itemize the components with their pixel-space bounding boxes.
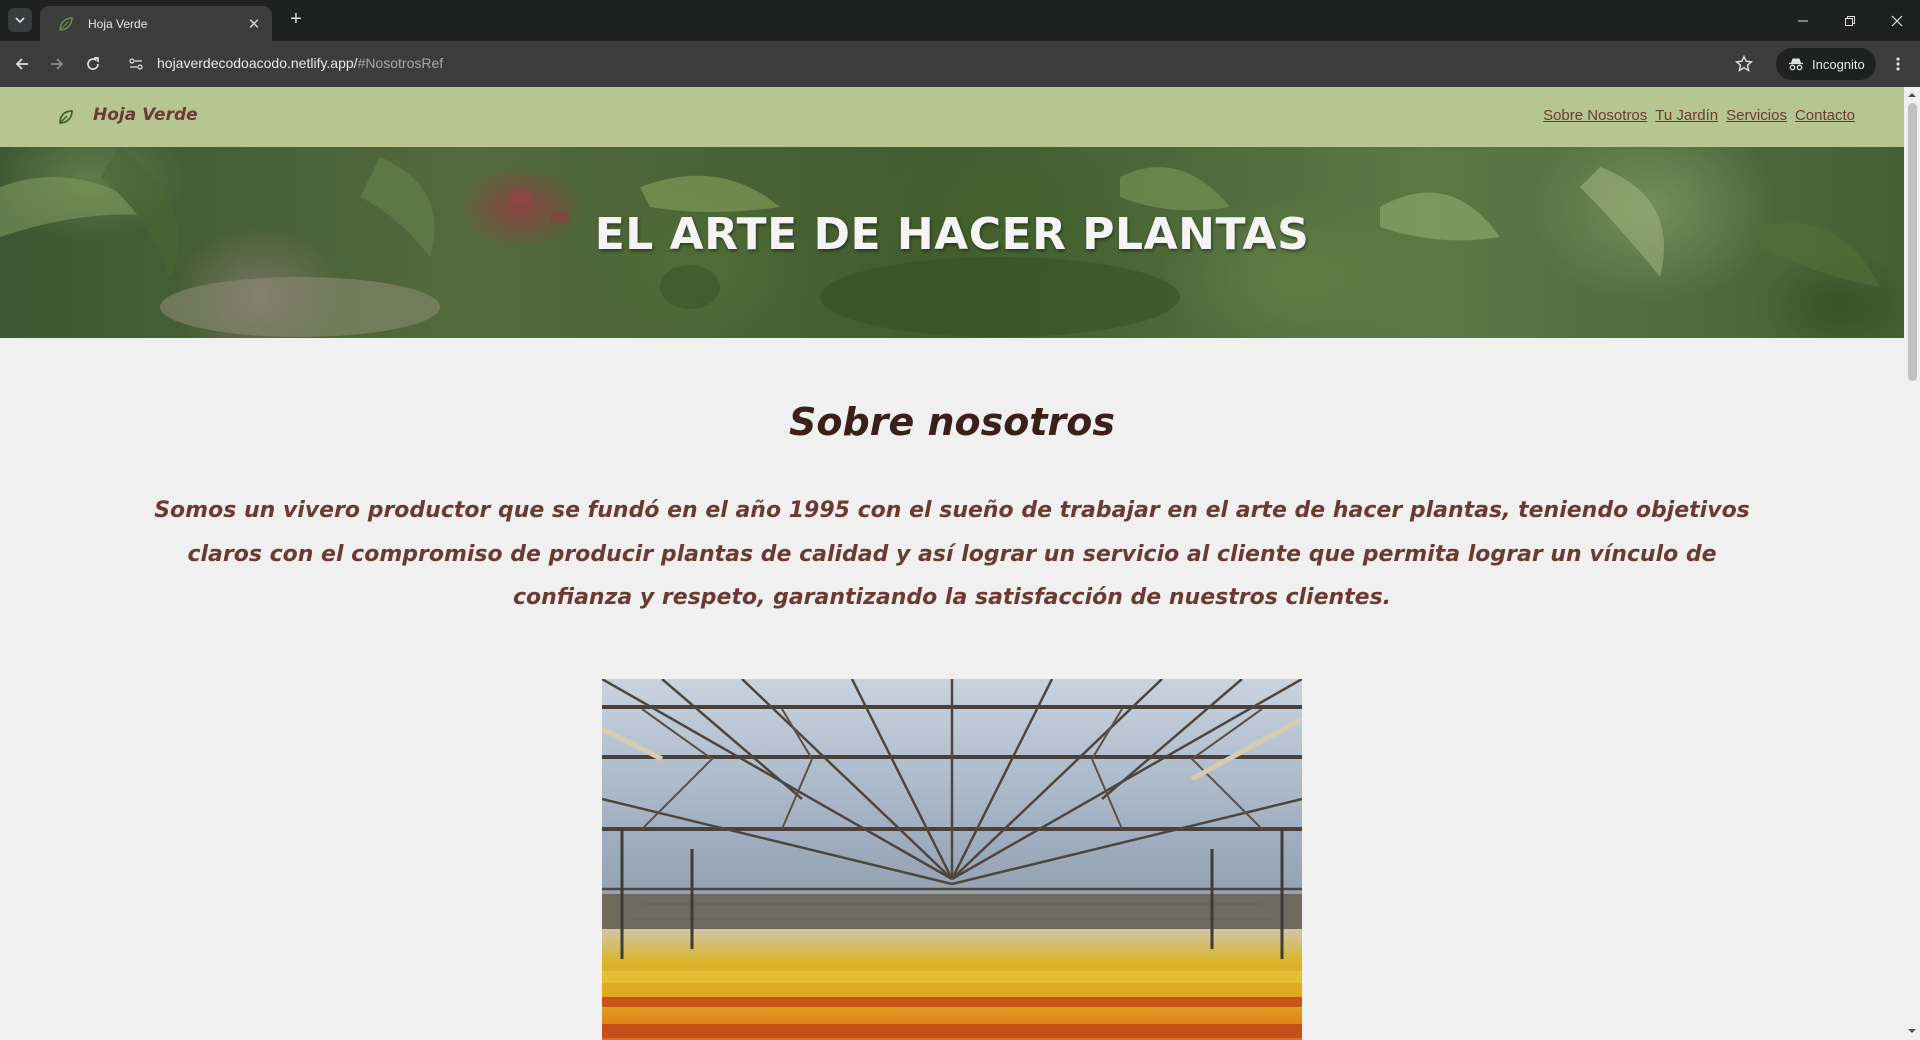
incognito-button[interactable]: Incognito [1776,48,1876,80]
close-icon[interactable]: ✕ [246,15,262,33]
browser-toolbar: hojaverdecodoacodo.netlify.app/#Nosotros… [0,41,1920,87]
browser-tab[interactable]: Hoja Verde ✕ [40,6,272,41]
url-path: #NosotrosRef [357,55,444,71]
about-text: Somos un vivero productor que se fundó e… [154,498,1750,610]
plus-icon[interactable]: + [282,8,310,32]
incognito-icon [1789,58,1803,71]
close-window-icon[interactable] [1874,0,1920,41]
site-nav: Sobre Nosotros Tu Jardín Servicios Conta… [1543,107,1855,124]
back-arrow-icon[interactable] [10,52,34,76]
forward-arrow-icon[interactable] [45,52,69,76]
leaf-favicon [59,16,73,31]
kebab-menu-icon[interactable] [1886,52,1910,76]
star-icon[interactable] [1732,52,1756,76]
nav-link-tu-jardin[interactable]: Tu Jardín [1655,107,1718,124]
site-info-icon[interactable] [126,54,146,74]
page-viewport: Hoja Verde Sobre Nosotros Tu Jardín Serv… [0,87,1920,1040]
nav-link-contacto[interactable]: Contacto [1795,107,1855,124]
nav-link-sobre-nosotros[interactable]: Sobre Nosotros [1543,107,1647,124]
about-title: Sobre nosotros [789,400,1115,444]
brand-name[interactable]: Hoja Verde [93,105,198,125]
browser-tab-bar: Hoja Verde ✕ + [0,0,1920,41]
hero-title: EL ARTE DE HACER PLANTAS [594,209,1310,260]
address-bar[interactable]: hojaverdecodoacodo.netlify.app/#Nosotros… [157,55,443,71]
greenhouse-image [602,679,1302,1040]
leaf-icon[interactable] [57,108,75,126]
scroll-up-icon[interactable] [1908,91,1916,99]
url-host: hojaverdecodoacodo.netlify.app/ [157,55,358,71]
restore-icon[interactable] [1827,0,1873,41]
incognito-label: Incognito [1812,56,1865,72]
site-header: Hoja Verde Sobre Nosotros Tu Jardín Serv… [0,87,1904,147]
page-scrollbar[interactable] [1904,87,1920,1040]
tab-title: Hoja Verde [88,16,148,31]
reload-icon[interactable] [81,52,105,76]
scrollbar-thumb[interactable] [1908,103,1917,381]
hero-banner: EL ARTE DE HACER PLANTAS [0,147,1904,338]
tab-search-icon[interactable] [8,8,32,32]
scroll-down-icon[interactable] [1908,1027,1916,1035]
minimize-icon[interactable] [1780,0,1826,41]
nav-link-servicios[interactable]: Servicios [1726,107,1787,124]
